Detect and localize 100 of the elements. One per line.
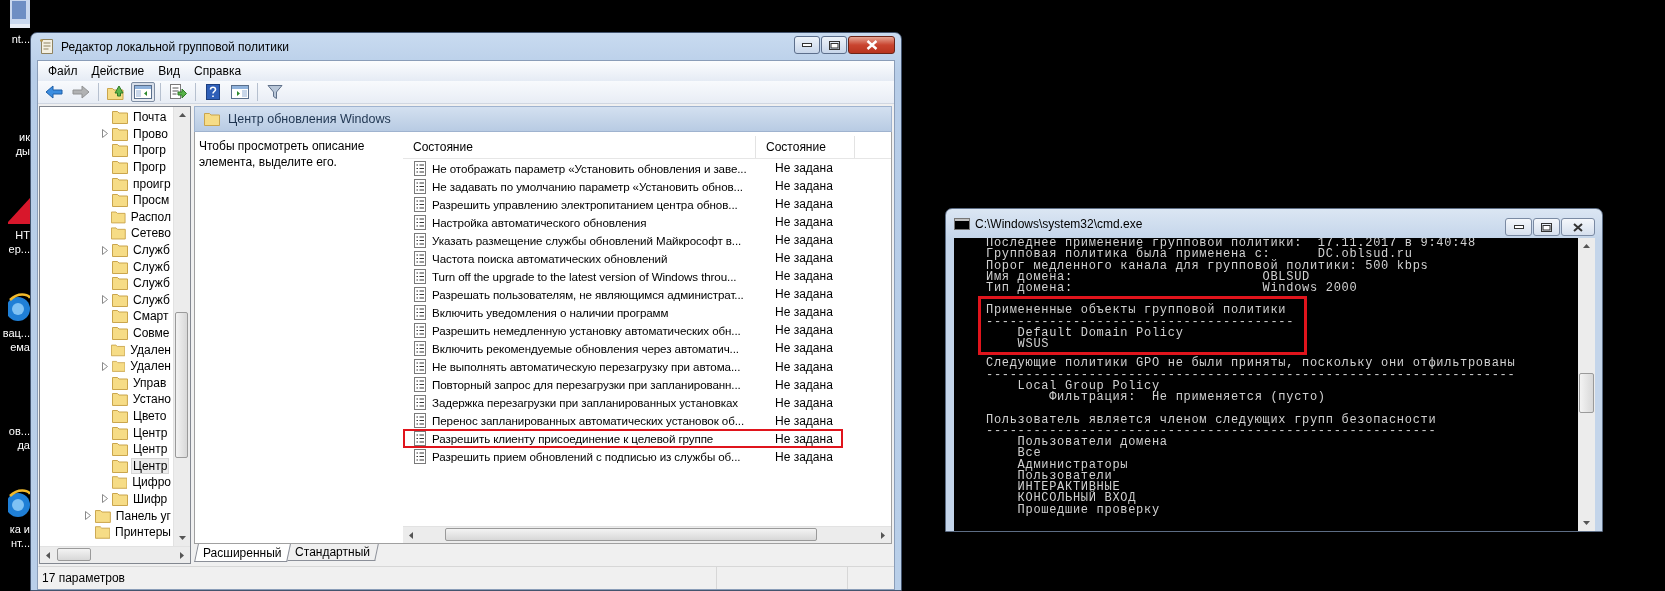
view-tab[interactable]: Стандартный (285, 544, 379, 561)
column-header[interactable]: Состояние (756, 136, 855, 158)
policy-name[interactable]: Не выполнять автоматическую перезагрузку при автома... (427, 360, 756, 374)
policy-name[interactable]: Turn off the upgrade to the latest version of Windows throu... (427, 269, 756, 283)
scrollbar[interactable] (40, 546, 190, 563)
console-line: Все (1016, 448, 1042, 460)
folder-icon (95, 508, 111, 523)
expand-triangle-icon[interactable] (101, 129, 109, 139)
tree-item[interactable]: Центр (131, 424, 170, 441)
right-arrow-icon (881, 531, 885, 539)
console-icon (954, 217, 970, 230)
expand-triangle-icon[interactable] (101, 361, 109, 371)
desktop-icon-label[interactable]: nt... (11, 32, 30, 46)
desktop-icon-label[interactable]: ер... (8, 242, 30, 256)
tree-item[interactable]: Просм (131, 192, 172, 209)
policy-name[interactable]: Разрешить управлению электропитанием центра обнов... (427, 197, 756, 211)
tree-item[interactable]: Служб (131, 291, 172, 308)
tree-item[interactable]: проигр (131, 175, 173, 192)
menu-item[interactable]: Файл (41, 64, 85, 78)
policy-name[interactable]: Частота поиска автоматических обновлений (427, 251, 756, 265)
desktop-icon-label[interactable]: ик (19, 130, 30, 144)
policy-name[interactable]: Разрешить немедленную установку автоматических обн... (427, 323, 756, 337)
view-tab[interactable]: Расширенный (194, 544, 291, 562)
tree-item[interactable]: Служб (131, 258, 172, 275)
desktop-icon-label[interactable]: да (17, 438, 30, 452)
tree-item[interactable]: Удален (128, 358, 173, 375)
policy-name[interactable]: Разрешить прием обновлений с подписью из службы об... (427, 450, 756, 464)
scroll-thumb[interactable] (445, 528, 817, 541)
policy-state: Не задана (774, 251, 833, 266)
tree-item[interactable]: Смарт (131, 308, 171, 325)
description-text: Чтобы просмотреть описание элемента, выделите его. (198, 138, 366, 171)
expand-triangle-icon[interactable] (101, 295, 109, 305)
scroll-thumb[interactable] (1579, 373, 1594, 413)
down-arrow-icon (1583, 521, 1590, 525)
app-icon[interactable] (10, 0, 30, 28)
policy-name[interactable]: Разрешать пользователям, не являющимся администрат... (427, 287, 756, 301)
scroll-thumb[interactable] (175, 312, 188, 458)
policy-name[interactable]: Указать размещение службы обновлений Майкрософт в... (427, 233, 756, 247)
tree-item[interactable]: Центр (131, 441, 170, 458)
tree-item[interactable]: Почта (131, 109, 169, 126)
expand-triangle-icon[interactable] (84, 511, 92, 521)
minimize-button[interactable] (1505, 218, 1532, 236)
policy-name[interactable]: Задержка перезагрузки при запланированных установках (427, 396, 756, 410)
policy-name[interactable]: Разрешить клиенту присоединение к целевой группе (427, 432, 756, 446)
policy-setting-icon (413, 160, 427, 176)
tree-item[interactable]: Шифр (131, 490, 170, 507)
policy-name[interactable]: Повторный запрос для перезагрузки при запланированн... (427, 378, 756, 392)
close-button[interactable] (1561, 218, 1595, 236)
tree-item[interactable]: Удален (128, 341, 173, 358)
maximize-button[interactable] (1533, 218, 1560, 236)
desktop-icon-label[interactable]: ов... (8, 424, 30, 438)
tree-item[interactable]: Цифро (130, 474, 173, 491)
desktop-icon-label[interactable]: нт... (10, 536, 30, 550)
tree-item[interactable]: Принтеры (113, 524, 173, 541)
menu-item[interactable]: Действие (84, 64, 152, 78)
tree-item[interactable]: Прово (131, 125, 170, 142)
maximize-button[interactable] (821, 36, 847, 54)
tree-item[interactable]: Панель уг (113, 507, 173, 524)
tree-item[interactable]: Управ (131, 374, 169, 391)
desktop-icon-label[interactable]: вац... (2, 326, 30, 340)
tree-item[interactable]: Устано (130, 391, 173, 408)
tree-item[interactable]: Прогр (131, 159, 169, 176)
tree-item[interactable]: Совме (131, 325, 172, 341)
folder-icon (112, 176, 128, 191)
menu-item[interactable]: Справка (187, 64, 249, 78)
scroll-thumb[interactable] (57, 548, 91, 561)
properties-pane-icon (231, 84, 249, 100)
policy-name[interactable]: Не отображать параметр «Установить обновления и заве... (427, 161, 756, 175)
close-button[interactable] (848, 36, 895, 54)
desktop-icon-label[interactable]: ка и (9, 522, 30, 536)
tree-item[interactable]: Служб (131, 242, 172, 259)
scrollbar[interactable] (173, 107, 190, 546)
minimize-button[interactable] (794, 36, 820, 54)
tree-item[interactable]: Служб (131, 275, 172, 292)
up-arrow-icon (1583, 244, 1590, 248)
scrollbar[interactable] (403, 526, 891, 543)
expand-triangle-icon[interactable] (101, 494, 109, 504)
folder-icon (111, 392, 128, 407)
column-header[interactable]: Состояние (403, 136, 756, 158)
desktop-icon-label[interactable]: ема (10, 340, 30, 354)
desktop-icon-label[interactable]: НТ (15, 228, 30, 242)
tree-item[interactable]: Прогр (131, 142, 169, 159)
tree-item[interactable]: Цвето (131, 408, 169, 424)
tree-item[interactable]: Центр (131, 457, 170, 474)
policy-name[interactable]: Не задавать по умолчанию параметр «Установить обнов... (427, 179, 756, 193)
desktop-icon-label[interactable]: ды (15, 144, 30, 158)
policy-name[interactable]: Включить рекомендуемые обновления через автоматич... (427, 342, 756, 355)
folder-icon (112, 409, 128, 423)
policy-setting-icon (413, 250, 427, 266)
policy-name[interactable]: Включить уведомления о наличии программ (427, 305, 756, 319)
policy-name[interactable]: Перенос запланированных автоматических установок об... (427, 414, 756, 428)
menu-item[interactable]: Вид (151, 64, 187, 78)
tree-item[interactable]: Сетево (129, 225, 173, 242)
tree-item[interactable]: Распол (128, 208, 173, 225)
folder-icon (94, 525, 111, 540)
properties-pane-button[interactable] (228, 82, 252, 102)
policy-name[interactable]: Настройка автоматического обновления (427, 215, 756, 229)
scrollbar[interactable] (1578, 238, 1595, 531)
expand-triangle-icon[interactable] (101, 245, 109, 255)
tree-pane-button[interactable] (131, 82, 155, 102)
